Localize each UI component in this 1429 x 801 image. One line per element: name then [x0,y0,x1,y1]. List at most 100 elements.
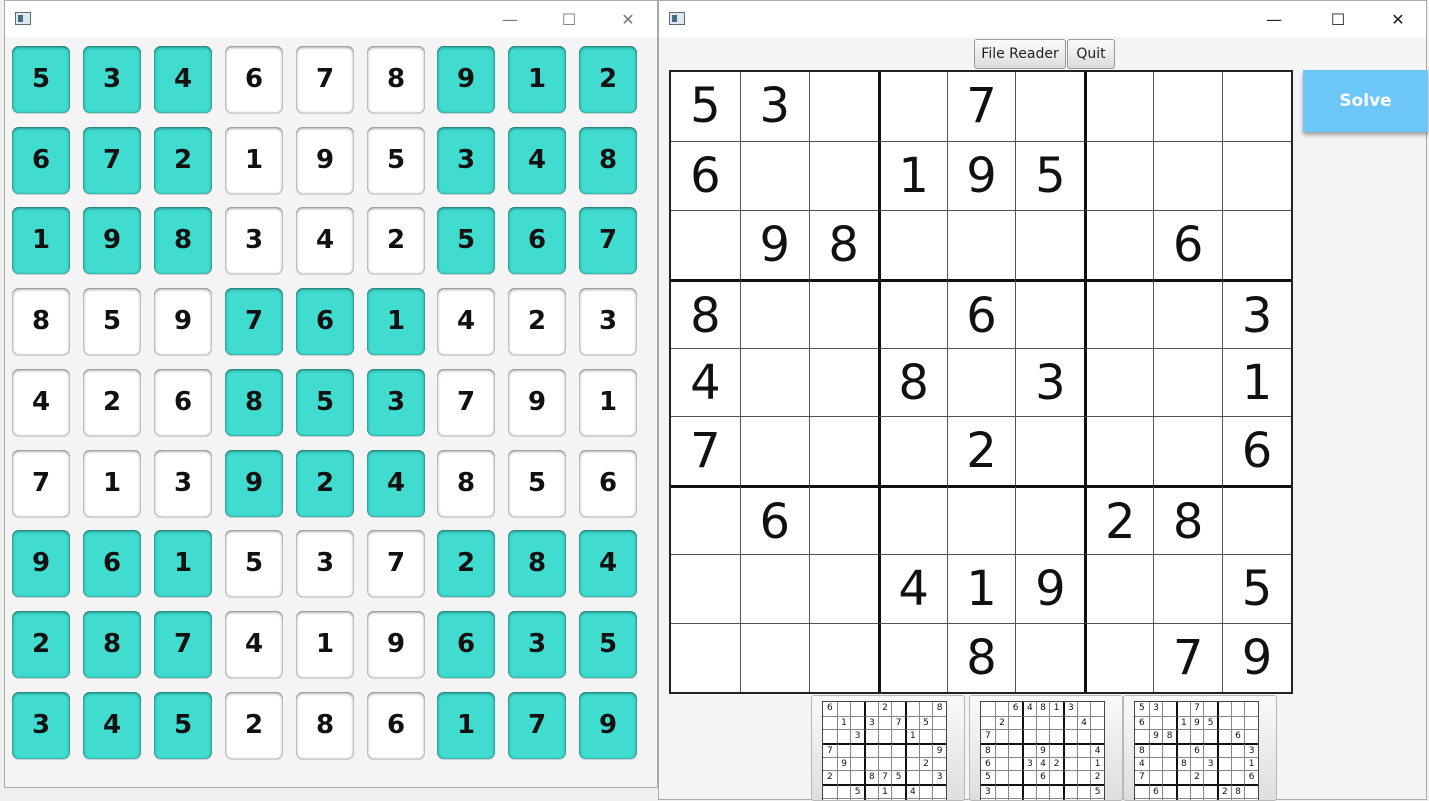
solution-tile[interactable]: 3 [437,127,495,194]
board-cell[interactable] [1015,278,1085,348]
board-cell[interactable] [808,278,878,348]
solution-tile[interactable]: 6 [508,207,566,274]
board-cell[interactable]: 5 [1222,554,1291,624]
solution-tile[interactable]: 9 [296,127,354,194]
quit-button[interactable]: Quit [1067,39,1115,69]
board-cell[interactable]: 9 [946,140,1016,210]
board-cell[interactable]: 2 [946,416,1016,486]
solution-tile[interactable]: 5 [296,369,354,436]
solution-tile[interactable]: 2 [154,127,212,194]
board-cell[interactable]: 9 [739,209,809,279]
solution-tile[interactable]: 8 [437,450,495,517]
maximize-icon[interactable]: ☐ [556,9,582,31]
solution-tile[interactable]: 5 [437,207,495,274]
board-cell[interactable]: 8 [877,347,947,417]
board-cell[interactable]: 3 [1015,347,1085,417]
solution-tile[interactable]: 5 [12,46,70,113]
solution-tile[interactable]: 7 [296,46,354,113]
board-cell[interactable] [877,72,947,141]
solution-tile[interactable]: 3 [83,46,141,113]
puzzle-thumbnail[interactable]: 648132478946342156235 [969,695,1123,801]
board-cell[interactable] [1222,209,1291,279]
board-cell[interactable] [1084,554,1154,624]
board-cell[interactable] [1222,485,1291,555]
solution-tile[interactable]: 3 [12,692,70,759]
solution-tile[interactable]: 4 [154,46,212,113]
solution-tile[interactable]: 9 [437,46,495,113]
solution-tile[interactable]: 8 [225,369,283,436]
board-cell[interactable] [1084,209,1154,279]
board-cell[interactable] [808,623,878,692]
board-cell[interactable]: 9 [1015,554,1085,624]
solution-tile[interactable]: 3 [508,611,566,678]
solution-tile[interactable]: 2 [12,611,70,678]
board-cell[interactable] [1084,72,1153,141]
board-cell[interactable] [1222,72,1291,141]
solution-tile[interactable]: 2 [296,450,354,517]
board-cell[interactable] [1084,416,1154,486]
solution-tile[interactable]: 1 [154,530,212,597]
solution-window-titlebar[interactable]: — ☐ ✕ [5,1,657,37]
board-cell[interactable]: 8 [1153,485,1223,555]
board-cell[interactable] [808,554,878,624]
board-cell[interactable] [1153,416,1223,486]
solution-tile[interactable]: 5 [154,692,212,759]
board-cell[interactable] [946,209,1016,279]
solution-tile[interactable]: 4 [12,369,70,436]
board-cell[interactable] [808,485,878,555]
solution-tile[interactable]: 9 [83,207,141,274]
solution-tile[interactable]: 6 [437,611,495,678]
solution-tile[interactable]: 7 [12,450,70,517]
solution-tile[interactable]: 9 [12,530,70,597]
board-cell[interactable] [739,278,809,348]
solution-tile[interactable]: 2 [225,692,283,759]
board-cell[interactable]: 6 [946,278,1016,348]
board-cell[interactable] [808,140,878,210]
board-cell[interactable] [1153,347,1223,417]
solution-tile[interactable]: 4 [508,127,566,194]
solution-tile[interactable]: 8 [296,692,354,759]
solution-tile[interactable]: 2 [437,530,495,597]
solution-tile[interactable]: 4 [579,530,637,597]
solution-tile[interactable]: 4 [83,692,141,759]
board-cell[interactable] [671,485,740,554]
solution-tile[interactable]: 5 [367,127,425,194]
solution-tile[interactable]: 8 [579,127,637,194]
solution-tile[interactable]: 1 [437,692,495,759]
solution-tile[interactable]: 4 [367,450,425,517]
solution-tile[interactable]: 9 [154,288,212,355]
solution-tile[interactable]: 3 [296,530,354,597]
board-cell[interactable] [808,347,878,417]
board-cell[interactable] [946,347,1016,417]
solution-tile[interactable]: 5 [579,611,637,678]
board-cell[interactable]: 6 [1153,209,1223,279]
solution-tile[interactable]: 8 [12,288,70,355]
board-cell[interactable] [946,485,1016,555]
board-cell[interactable] [1015,72,1084,141]
board-cell[interactable] [739,554,809,624]
puzzle-thumbnail[interactable]: 628137531799228753514789 [811,695,965,801]
board-cell[interactable]: 2 [1084,485,1154,555]
solution-tile[interactable]: 3 [579,288,637,355]
board-cell[interactable] [877,278,947,348]
solution-tile[interactable]: 1 [12,207,70,274]
board-cell[interactable]: 8 [808,209,878,279]
solution-tile[interactable]: 7 [437,369,495,436]
solution-tile[interactable]: 5 [83,288,141,355]
board-cell[interactable] [1015,416,1085,486]
board-cell[interactable] [877,485,947,555]
solution-tile[interactable]: 1 [367,288,425,355]
board-cell[interactable]: 6 [739,485,809,555]
board-cell[interactable] [1153,278,1223,348]
solution-tile[interactable]: 7 [154,611,212,678]
board-cell[interactable] [877,209,947,279]
solution-tile[interactable]: 7 [367,530,425,597]
board-cell[interactable] [1222,140,1291,210]
board-cell[interactable] [739,416,809,486]
board-cell[interactable] [1015,623,1085,692]
solution-tile[interactable]: 9 [367,611,425,678]
board-cell[interactable]: 1 [946,554,1016,624]
solution-tile[interactable]: 9 [225,450,283,517]
solution-tile[interactable]: 8 [83,611,141,678]
board-cell[interactable]: 1 [1222,347,1291,417]
